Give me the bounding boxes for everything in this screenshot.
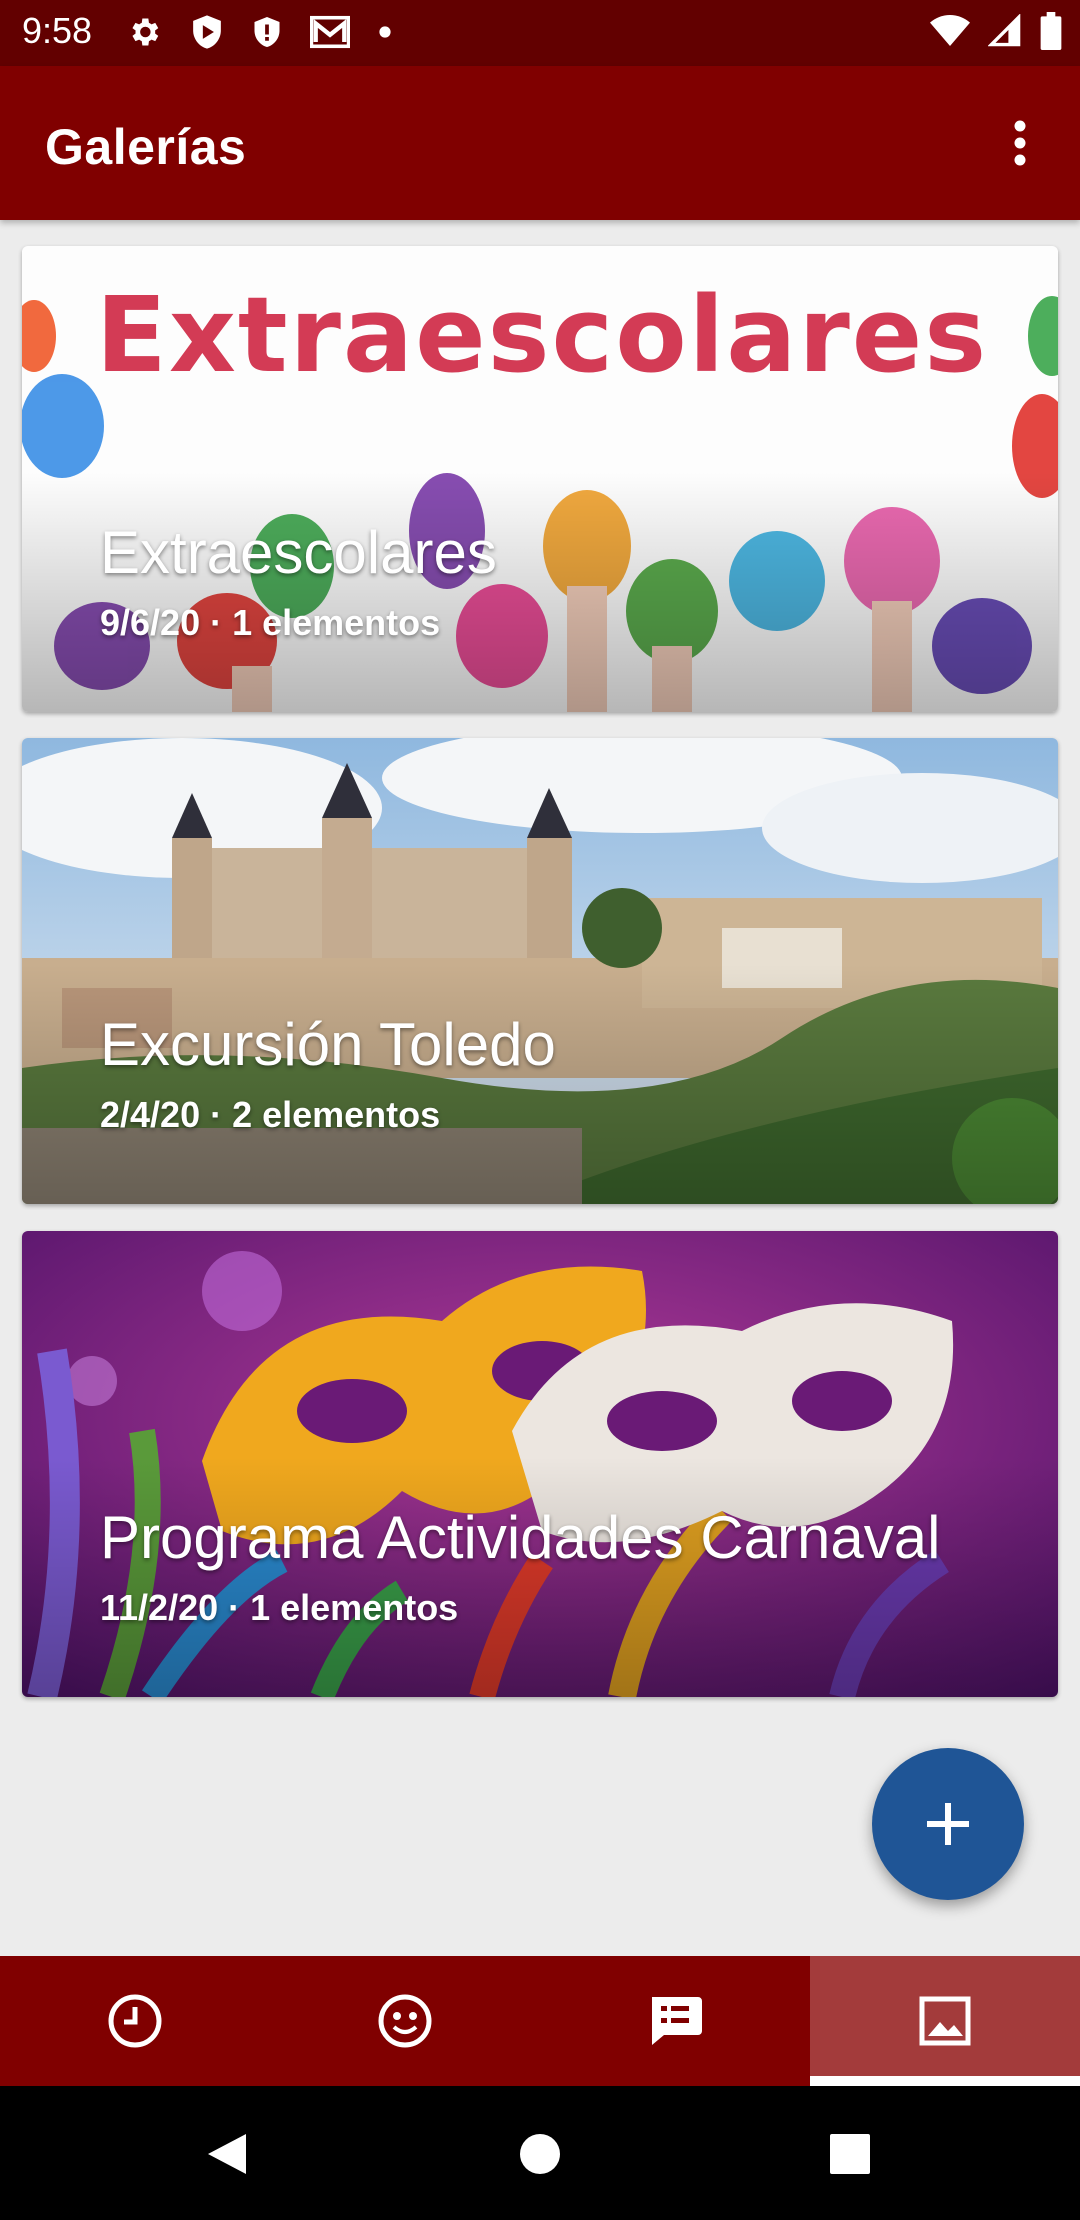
wifi-icon <box>930 15 970 46</box>
gallery-subtitle: 11/2/20 · 1 elementos <box>100 1587 459 1628</box>
page-title: Galerías <box>45 119 247 175</box>
home-button[interactable] <box>502 2116 578 2192</box>
gallery-cover-lettering: Extraescolares <box>96 274 988 396</box>
notification-icons <box>126 14 392 50</box>
recents-button[interactable] <box>812 2116 888 2192</box>
image-icon <box>919 1996 971 2046</box>
add-gallery-button[interactable] <box>872 1748 1024 1900</box>
status-bar: 9:58 <box>0 0 1080 66</box>
play-shield-icon <box>193 15 221 49</box>
gmail-icon <box>310 15 350 49</box>
nav-item-messages[interactable] <box>540 1956 810 2086</box>
home-icon <box>520 2134 560 2174</box>
dot-icon <box>379 26 391 38</box>
more-vert-icon <box>1014 120 1026 166</box>
gallery-title: Excursión Toledo <box>100 1011 556 1078</box>
overflow-menu-button[interactable] <box>990 110 1050 176</box>
system-navigation-bar <box>0 2086 1080 2220</box>
bottom-navigation <box>0 1956 1080 2086</box>
card-overlay <box>22 1457 1058 1697</box>
gallery-title: Programa Actividades Carnaval <box>100 1504 941 1571</box>
plus-icon <box>927 1803 969 1845</box>
gallery-title: Extraescolares <box>100 519 497 586</box>
back-icon <box>208 2134 246 2174</box>
app-bar: Galerías <box>0 66 1080 220</box>
chat-icon <box>652 1997 702 2045</box>
signal-icon <box>988 14 1021 47</box>
smiley-icon <box>378 1994 432 2048</box>
gallery-subtitle: 2/4/20 · 2 elementos <box>100 1094 441 1135</box>
card-overlay <box>22 964 1058 1204</box>
clock-icon <box>108 1994 162 2048</box>
gallery-card[interactable]: Excursión Toledo 2/4/20 · 2 elementos <box>22 738 1058 1204</box>
nav-item-galleries[interactable] <box>810 1956 1080 2086</box>
status-time: 9:58 <box>22 10 93 51</box>
nav-item-students[interactable] <box>270 1956 540 2086</box>
gallery-subtitle: 9/6/20 · 1 elementos <box>100 602 441 643</box>
shield-icon <box>254 17 280 47</box>
back-button[interactable] <box>188 2116 264 2192</box>
gallery-card[interactable]: Extraescolares Extraescolares 9/6/20 · 1… <box>22 246 1058 712</box>
recents-icon <box>830 2134 870 2174</box>
gallery-card[interactable]: Programa Actividades Carnaval 11/2/20 · … <box>22 1231 1058 1697</box>
card-overlay <box>22 472 1058 712</box>
gear-icon <box>132 18 159 46</box>
battery-icon <box>1040 12 1062 50</box>
system-status-icons <box>930 12 1062 50</box>
nav-item-recent[interactable] <box>0 1956 270 2086</box>
active-tab-indicator <box>810 2076 1080 2086</box>
